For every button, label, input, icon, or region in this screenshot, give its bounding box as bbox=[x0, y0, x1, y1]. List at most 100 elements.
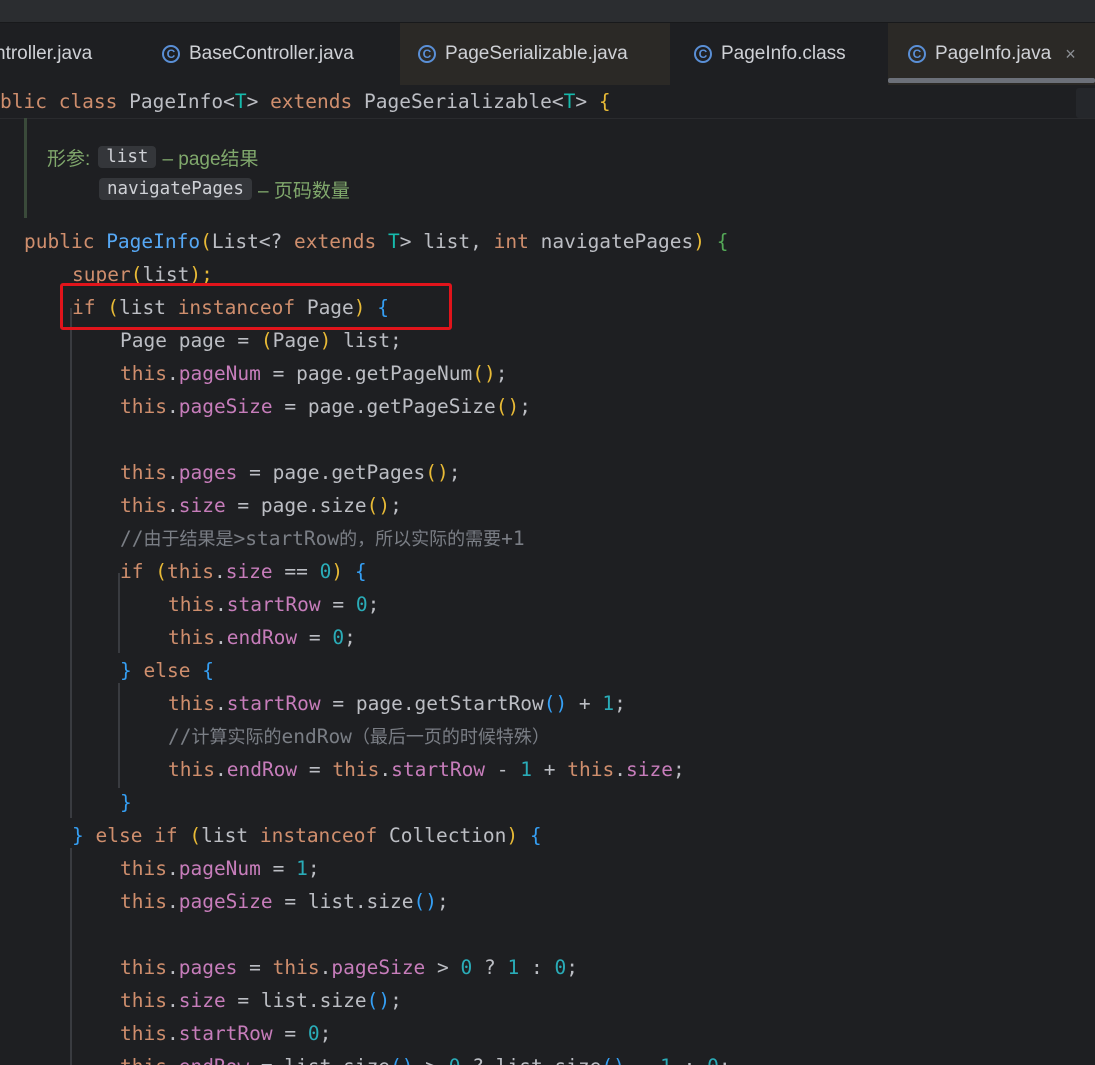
code-token: { bbox=[529, 824, 542, 847]
scrollbar-thumb[interactable] bbox=[1076, 88, 1095, 118]
code-token: < bbox=[223, 90, 235, 113]
code-token: endRow bbox=[281, 725, 352, 748]
code-token: ; bbox=[437, 890, 449, 913]
code-token: ; bbox=[519, 395, 531, 418]
code-token: 0 bbox=[355, 593, 368, 616]
code-token: = bbox=[320, 593, 356, 616]
code-line-8: this.size = page.size(); bbox=[120, 489, 402, 522]
code-token: size bbox=[178, 494, 226, 517]
code-token: 0 bbox=[319, 560, 332, 583]
code-line-22: this.size = list.size(); bbox=[120, 984, 402, 1017]
code-token: List<? bbox=[211, 230, 295, 253]
code-token: T bbox=[563, 90, 576, 113]
code-token: = bbox=[297, 626, 333, 649]
code-token: { bbox=[598, 90, 611, 113]
code-token: = list.size bbox=[272, 890, 414, 913]
code-token: this bbox=[272, 956, 320, 979]
code-token: instanceof bbox=[259, 824, 389, 847]
code-token: +1 bbox=[501, 527, 525, 550]
code-token: ) bbox=[693, 230, 717, 253]
code-token: . bbox=[166, 494, 179, 517]
code-token: = bbox=[272, 1022, 308, 1045]
tab-basecontroller-java[interactable]: C BaseController.java bbox=[142, 23, 418, 85]
code-token: this bbox=[168, 758, 215, 781]
code-line-24: this.endRow = list.size() > 0 ? list.siz… bbox=[120, 1050, 731, 1065]
code-line-17: } bbox=[120, 786, 132, 819]
code-token: endRow bbox=[226, 758, 298, 781]
code-line-11: this.startRow = 0; bbox=[168, 588, 379, 621]
code-token: 计算实际的 bbox=[191, 727, 282, 748]
code-token: ; bbox=[319, 1022, 332, 1045]
class-icon: C bbox=[418, 45, 436, 63]
code-token: 由于结果是 bbox=[143, 529, 234, 550]
code-token: ; bbox=[367, 593, 380, 616]
code-token: pageSize bbox=[178, 890, 273, 913]
code-token: else bbox=[143, 659, 203, 682]
code-token: . bbox=[166, 956, 179, 979]
code-token: = bbox=[297, 758, 333, 781]
code-token: . bbox=[213, 560, 226, 583]
code-token: . bbox=[614, 758, 626, 781]
code-token: . bbox=[166, 362, 179, 385]
code-token: = page.getPageSize bbox=[272, 395, 496, 418]
tab-pageserializable-java[interactable]: C PageSerializable.java bbox=[400, 23, 670, 85]
code-line-21: this.pages = this.pageSize > 0 ? 1 : 0; bbox=[120, 951, 578, 984]
code-token: . bbox=[166, 461, 179, 484]
tab-pageinfo-java[interactable]: C PageInfo.java × bbox=[888, 23, 1095, 85]
code-token: 0 bbox=[707, 1055, 719, 1065]
code-line-12: this.endRow = 0; bbox=[168, 621, 356, 654]
code-token: . bbox=[214, 758, 227, 781]
code-token: { bbox=[202, 659, 214, 682]
code-token: >startRow bbox=[233, 527, 340, 550]
code-token: Page page = bbox=[120, 329, 261, 352]
indent-guide bbox=[70, 308, 72, 818]
code-token: + bbox=[532, 758, 568, 781]
code-token: 0 bbox=[449, 1055, 461, 1065]
code-token: pageNum bbox=[178, 362, 261, 385]
code-token: ( bbox=[200, 230, 212, 253]
code-token: list bbox=[201, 824, 260, 847]
code-token: () bbox=[366, 494, 391, 517]
tab-label: PageInfo.java bbox=[935, 43, 1052, 64]
code-token: = page.getStartRow bbox=[320, 692, 544, 715]
code-token: this bbox=[567, 758, 615, 781]
code-token: + bbox=[567, 692, 603, 715]
code-token: Collection bbox=[389, 824, 507, 847]
code-token: ) bbox=[506, 824, 530, 847]
code-token: . bbox=[166, 857, 179, 880]
code-token: ; bbox=[344, 626, 356, 649]
tab-label: BaseController.java bbox=[189, 43, 354, 64]
javadoc-rail bbox=[24, 118, 27, 218]
code-token: ) bbox=[319, 329, 344, 352]
code-token: PageInfo bbox=[129, 90, 224, 113]
code-line-6: this.pageSize = page.getPageSize(); bbox=[120, 390, 531, 423]
code-token: this bbox=[120, 890, 167, 913]
code-token: blic bbox=[0, 90, 59, 113]
code-token: > bbox=[575, 90, 599, 113]
code-token: } bbox=[120, 659, 144, 682]
code-token: （最后一页的时候特殊） bbox=[351, 727, 550, 748]
code-token: > bbox=[425, 956, 461, 979]
javadoc-param-list: 形参: list – page结果 bbox=[47, 142, 259, 172]
code-token: list; bbox=[343, 329, 402, 352]
code-token: public bbox=[24, 230, 107, 253]
code-token: . bbox=[319, 956, 332, 979]
code-token: . bbox=[167, 1055, 179, 1065]
code-token: else if bbox=[95, 824, 190, 847]
tab-label: ntroller.java bbox=[0, 43, 93, 64]
code-token: ; bbox=[495, 362, 508, 385]
code-token: this bbox=[166, 560, 214, 583]
code-token: int bbox=[493, 230, 541, 253]
close-icon[interactable]: × bbox=[1065, 44, 1076, 65]
code-editor[interactable]: 形参: list – page结果 navigatePages – 页码数量 p… bbox=[0, 118, 1095, 1065]
code-token: > bbox=[414, 1055, 449, 1065]
code-line-16: this.endRow = this.startRow - 1 + this.s… bbox=[168, 753, 685, 786]
code-token: this bbox=[168, 626, 215, 649]
code-token: this bbox=[120, 362, 167, 385]
window-top-strip bbox=[0, 0, 1095, 22]
code-token: // bbox=[168, 725, 192, 748]
code-token: endRow bbox=[226, 626, 298, 649]
tab-pageinfo-class[interactable]: C PageInfo.class bbox=[694, 23, 884, 85]
tab-controller-java[interactable]: ntroller.java bbox=[0, 23, 130, 85]
code-token: } bbox=[120, 791, 132, 814]
